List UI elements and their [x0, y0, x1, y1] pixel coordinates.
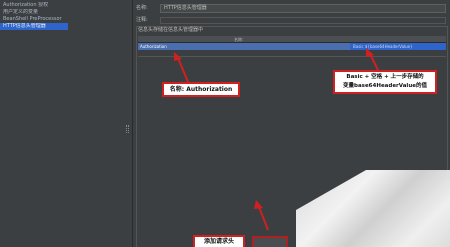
arrow-head-value — [366, 48, 374, 57]
arrow-to-add-button — [258, 206, 269, 231]
arrow-to-name-cell — [177, 57, 189, 83]
value-annotation: Basic + 空格 + 上一步存储的 变量base64HeaderValue的… — [333, 70, 437, 94]
watermark-overlay — [296, 170, 450, 247]
add-button[interactable] — [252, 236, 288, 247]
name-annotation: 名称: Authorization — [162, 82, 240, 97]
add-header-annotation: 添加请求头 — [193, 235, 245, 247]
arrow-to-value-cell — [369, 53, 379, 71]
arrow-head-name — [174, 52, 182, 61]
value-annotation-line1: Basic + 空格 + 上一步存储的 — [346, 74, 424, 80]
arrow-head-add — [254, 200, 263, 209]
value-annotation-line2: 变量base64HeaderValue的值 — [343, 83, 427, 89]
